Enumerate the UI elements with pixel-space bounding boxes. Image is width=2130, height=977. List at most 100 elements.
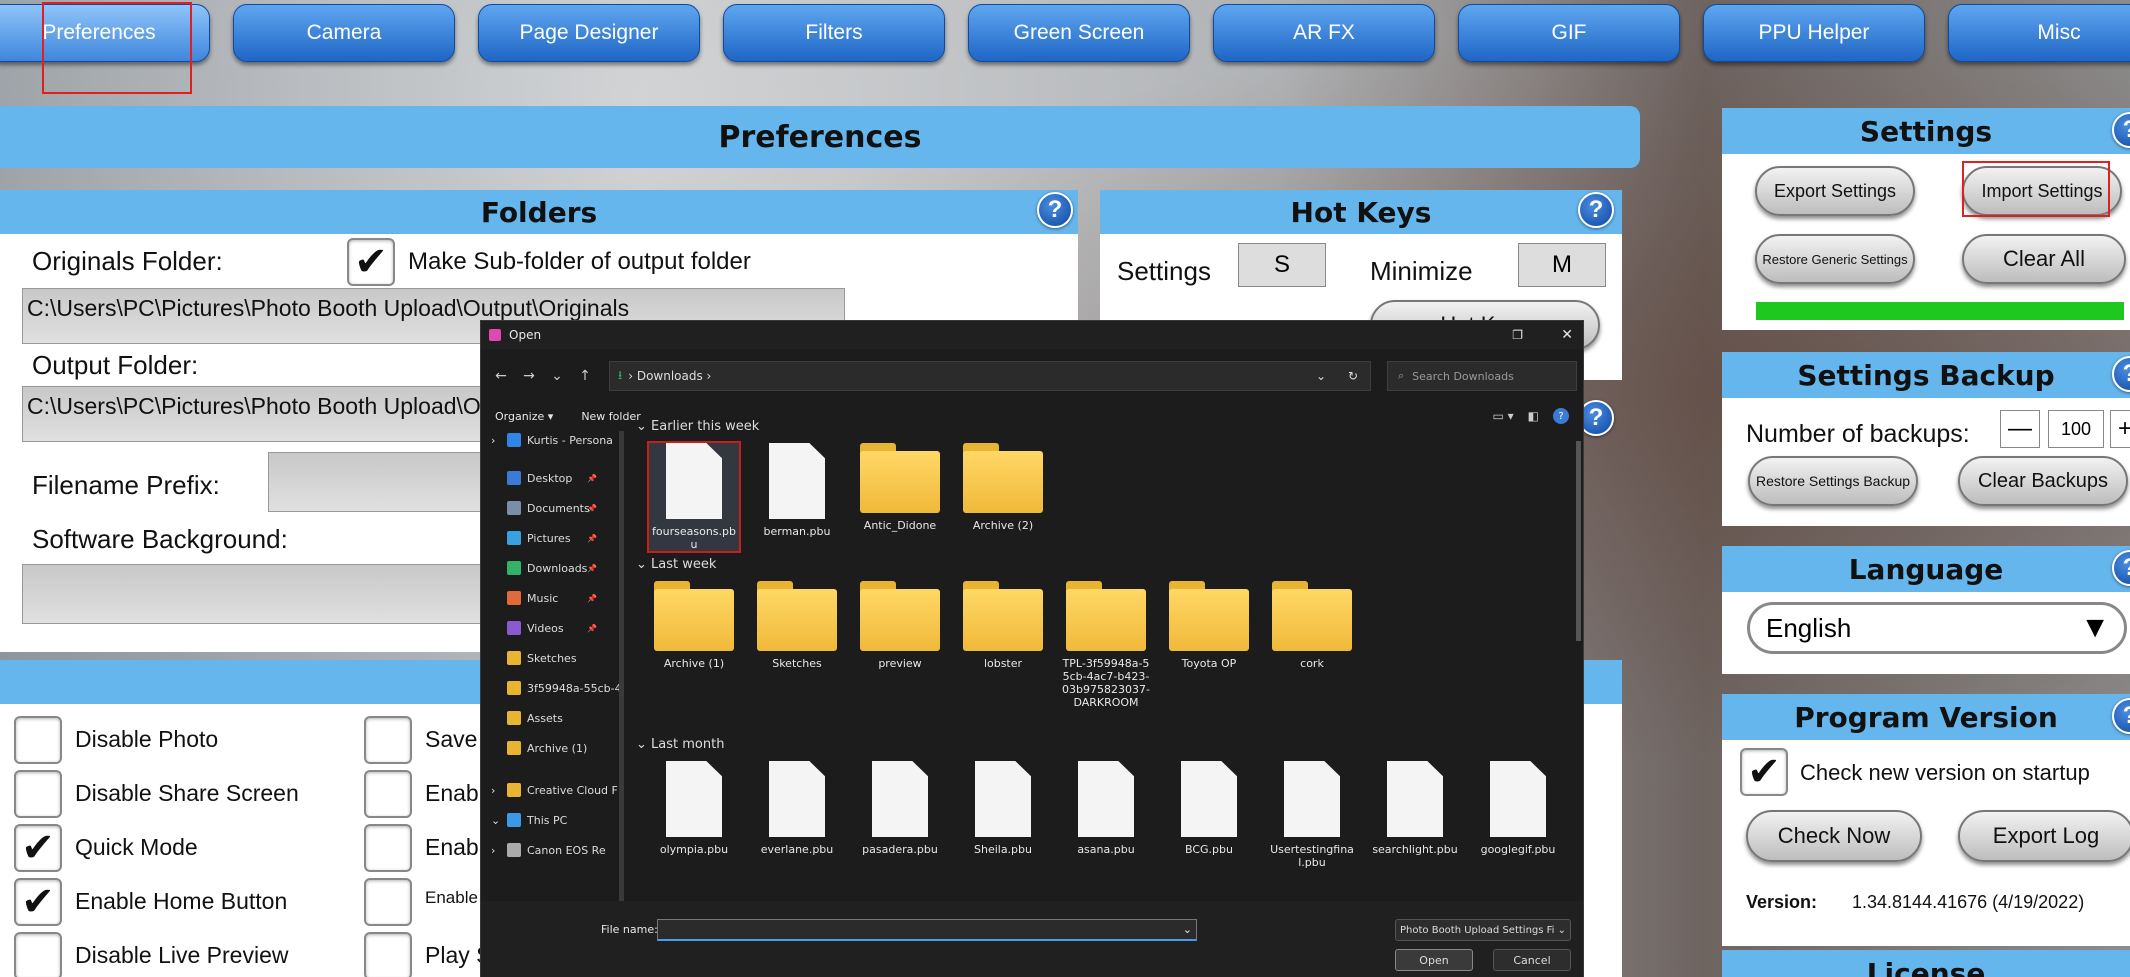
option-checkbox[interactable]: ✔ <box>14 824 62 872</box>
address-bar[interactable]: ⭳ › Downloads › ⌄ ↻ <box>609 361 1371 391</box>
restore-generic-button[interactable]: Restore Generic Settings <box>1755 234 1915 284</box>
up-icon[interactable]: ↑ <box>571 368 599 384</box>
tab-ar-fx[interactable]: AR FX <box>1213 4 1435 62</box>
sidebar-item[interactable]: Archive (1) <box>491 737 587 759</box>
folder-item[interactable]: Archive (1) <box>649 581 739 670</box>
folder-item[interactable]: Antic_Didone <box>855 443 945 532</box>
folder-item[interactable]: lobster <box>958 581 1048 670</box>
tab-gif[interactable]: GIF <box>1458 4 1680 62</box>
language-select[interactable]: English ▼ <box>1747 602 2127 654</box>
help-icon[interactable]: ? <box>1037 192 1073 228</box>
file-item[interactable]: searchlight.pbu <box>1370 761 1460 856</box>
export-log-button[interactable]: Export Log <box>1958 810 2130 862</box>
output-folder-field[interactable]: C:\Users\PC\Pictures\Photo Booth Upload\… <box>22 386 502 442</box>
group-header[interactable]: ⌄ Last week <box>636 557 716 572</box>
chevron-down-icon[interactable]: ⌄ <box>1183 923 1192 936</box>
option-checkbox[interactable] <box>364 878 412 926</box>
clear-all-button[interactable]: Clear All <box>1962 234 2126 284</box>
sidebar-item[interactable]: Documents 📌 <box>491 497 597 519</box>
sidebar-item[interactable]: Videos 📌 <box>491 617 597 639</box>
option-checkbox[interactable] <box>364 770 412 818</box>
close-icon[interactable]: ✕ <box>1561 327 1573 343</box>
organize-menu[interactable]: Organize ▾ <box>495 410 553 423</box>
option-checkbox[interactable] <box>364 716 412 764</box>
sidebar-item[interactable]: ⌄ This PC <box>491 809 567 831</box>
sidebar-item[interactable]: Pictures 📌 <box>491 527 597 549</box>
sidebar-item[interactable]: Assets <box>491 707 563 729</box>
sidebar-item[interactable]: 3f59948a-55cb-4 <box>491 677 622 699</box>
export-settings-button[interactable]: Export Settings <box>1755 166 1915 216</box>
new-folder-button[interactable]: New folder <box>581 410 640 423</box>
option-checkbox[interactable] <box>14 770 62 818</box>
pane-icon[interactable]: ◧ <box>1528 409 1539 423</box>
file-item[interactable]: asana.pbu <box>1061 761 1151 856</box>
filename-input[interactable]: ⌄ <box>657 919 1197 941</box>
background-field[interactable] <box>22 564 502 624</box>
sidebar-scrollbar[interactable] <box>619 431 624 901</box>
subfolder-checkbox[interactable]: ✔ <box>347 238 395 286</box>
tab-ppu-helper[interactable]: PPU Helper <box>1703 4 1925 62</box>
option-checkbox[interactable] <box>364 932 412 977</box>
view-icon[interactable]: ▭ ▾ <box>1492 409 1513 423</box>
option-checkbox[interactable] <box>364 824 412 872</box>
prefix-field[interactable] <box>268 452 504 512</box>
cancel-button[interactable]: Cancel <box>1493 949 1571 971</box>
file-item[interactable]: everlane.pbu <box>752 761 842 856</box>
folder-item[interactable]: Toyota OP <box>1164 581 1254 670</box>
file-scrollbar[interactable] <box>1576 441 1581 641</box>
file-item[interactable]: olympia.pbu <box>649 761 739 856</box>
sidebar-item[interactable]: › Kurtis - Persona <box>491 429 613 451</box>
forward-icon[interactable]: → <box>515 368 543 384</box>
group-header[interactable]: ⌄ Earlier this week <box>636 419 759 434</box>
tab-filters[interactable]: Filters <box>723 4 945 62</box>
folder-item[interactable]: Archive (2) <box>958 443 1048 532</box>
folder-item[interactable]: TPL-3f59948a-55cb-4ac7-b423-03b975823037… <box>1061 581 1151 709</box>
backup-decrement-button[interactable]: — <box>2000 410 2040 448</box>
folder-item[interactable]: Sketches <box>752 581 842 670</box>
help-icon[interactable]: ? <box>1553 408 1569 424</box>
file-item[interactable]: fourseasons.pbu <box>647 441 741 553</box>
option-checkbox[interactable]: ✔ <box>14 878 62 926</box>
open-button[interactable]: Open <box>1395 949 1473 971</box>
option-checkbox[interactable] <box>14 932 62 977</box>
folder-item[interactable]: preview <box>855 581 945 670</box>
chevron-right-icon[interactable]: › <box>491 844 495 857</box>
file-item[interactable]: berman.pbu <box>752 443 842 538</box>
hotkey-settings-field[interactable]: S <box>1238 243 1326 287</box>
restore-icon[interactable]: ❐ <box>1512 328 1523 342</box>
sidebar-item[interactable]: › Creative Cloud F <box>491 779 618 801</box>
sidebar-item[interactable]: Desktop 📌 <box>491 467 597 489</box>
tab-camera[interactable]: Camera <box>233 4 455 62</box>
sidebar-item[interactable]: › Canon EOS Re <box>491 839 606 861</box>
backup-count-field[interactable]: 100 <box>2048 410 2104 448</box>
restore-backup-button[interactable]: Restore Settings Backup <box>1748 456 1918 506</box>
chevron-down-icon[interactable]: ⌄ <box>543 368 571 384</box>
help-icon[interactable]: ? <box>1578 192 1614 228</box>
group-header[interactable]: ⌄ Last month <box>636 737 724 752</box>
refresh-icon[interactable]: ↻ <box>1348 369 1358 383</box>
folder-item[interactable]: cork <box>1267 581 1357 670</box>
file-item[interactable]: pasadera.pbu <box>855 761 945 856</box>
search-input[interactable]: ⌕ Search Downloads <box>1387 361 1577 391</box>
clear-backups-button[interactable]: Clear Backups <box>1958 456 2128 506</box>
option-checkbox[interactable] <box>14 716 62 764</box>
tab-page-designer[interactable]: Page Designer <box>478 4 700 62</box>
chevron-down-icon[interactable]: ⌄ <box>491 814 500 827</box>
tab-green-screen[interactable]: Green Screen <box>968 4 1190 62</box>
file-item[interactable]: BCG.pbu <box>1164 761 1254 856</box>
check-version-checkbox[interactable]: ✔ <box>1740 748 1788 796</box>
tab-misc[interactable]: Misc <box>1948 4 2130 62</box>
check-now-button[interactable]: Check Now <box>1746 810 1922 862</box>
filetype-select[interactable]: Photo Booth Upload Settings Fi ⌄ <box>1395 919 1571 941</box>
chevron-right-icon[interactable]: › <box>491 784 495 797</box>
file-item[interactable]: Usertestingfinal.pbu <box>1267 761 1357 869</box>
hotkey-minimize-field[interactable]: M <box>1518 243 1606 287</box>
sidebar-item[interactable]: Downloads 📌 <box>491 557 597 579</box>
sidebar-item[interactable]: Music 📌 <box>491 587 597 609</box>
backup-increment-button[interactable]: + <box>2110 410 2130 448</box>
sidebar-item[interactable]: Sketches <box>491 647 577 669</box>
chevron-right-icon[interactable]: › <box>491 434 495 447</box>
chevron-down-icon[interactable]: ⌄ <box>1316 369 1326 383</box>
file-item[interactable]: googlegif.pbu <box>1473 761 1563 856</box>
back-icon[interactable]: ← <box>487 368 515 384</box>
